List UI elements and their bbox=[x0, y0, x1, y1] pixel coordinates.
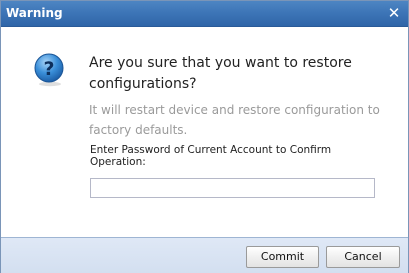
dialog-footer: Commit Cancel bbox=[1, 237, 408, 273]
commit-button[interactable]: Commit bbox=[246, 246, 319, 268]
dialog-body: ? Are you sure that you want to restore … bbox=[1, 27, 408, 237]
warning-dialog: Warning ✕ ? Are you sure that you want t… bbox=[0, 0, 409, 273]
question-icon: ? bbox=[34, 53, 64, 87]
dialog-title: Warning bbox=[6, 6, 63, 20]
password-input[interactable] bbox=[90, 178, 375, 198]
password-label: Enter Password of Current Account to Con… bbox=[90, 144, 332, 168]
confirm-message: Are you sure that you want to restore co… bbox=[89, 55, 352, 92]
confirm-detail: It will restart device and restore confi… bbox=[89, 103, 380, 137]
svg-text:?: ? bbox=[43, 58, 54, 80]
close-icon[interactable]: ✕ bbox=[387, 5, 401, 21]
cancel-button[interactable]: Cancel bbox=[326, 246, 400, 268]
dialog-titlebar[interactable]: Warning ✕ bbox=[1, 1, 408, 27]
